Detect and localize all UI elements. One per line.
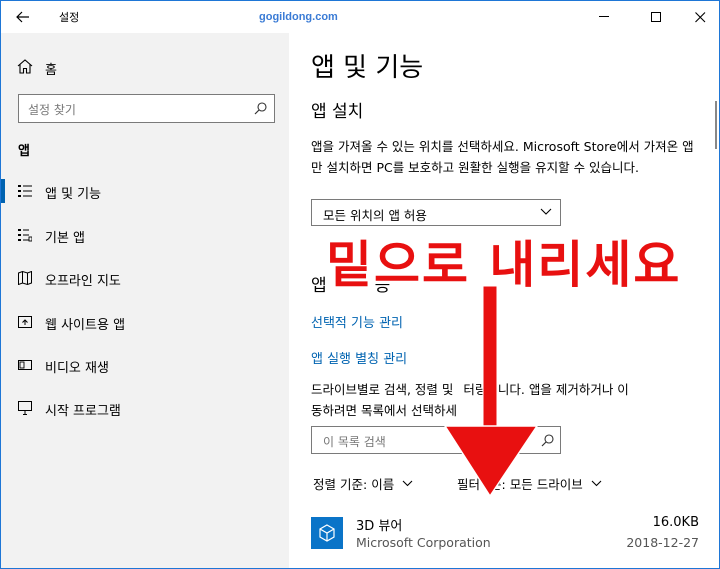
back-arrow-icon: [16, 11, 29, 23]
sidebar-item-label: 비디오 재생: [45, 361, 109, 376]
minimize-icon: [598, 16, 609, 17]
chevron-down-icon: [591, 480, 602, 487]
scrollbar-thumb[interactable]: [715, 101, 717, 149]
sidebar-item-default-apps[interactable]: 기본 앱: [1, 217, 289, 253]
sidebar: 홈 설정 찾기 앱 앱 및 기능 기본 앱 오프라인 지도 웹 사이트용 앱 비…: [1, 33, 289, 568]
app-size: 16.0KB: [652, 515, 699, 530]
3d-viewer-app-icon: [311, 517, 343, 549]
close-icon: [694, 11, 705, 22]
chevron-down-icon: [402, 480, 413, 487]
app-publisher: Microsoft Corporation: [356, 535, 491, 550]
sidebar-item-startup[interactable]: 시작 프로그램: [1, 390, 289, 426]
sidebar-item-label: 앱 및 기능: [45, 187, 102, 202]
sidebar-section-title: 앱: [18, 144, 30, 159]
list-desc-line1a: 드라이브별로 검색, 정렬 및: [311, 382, 454, 397]
sort-label: 정렬 기준:: [313, 477, 368, 492]
app-install-date: 2018-12-27: [626, 535, 699, 550]
sidebar-item-label: 웹 사이트용 앱: [45, 318, 126, 333]
startup-icon: [18, 401, 32, 415]
sidebar-item-offline-maps[interactable]: 오프라인 지도: [1, 260, 289, 296]
active-indicator: [1, 179, 5, 203]
back-button[interactable]: [9, 5, 37, 29]
maximize-button[interactable]: [633, 1, 679, 33]
minimize-button[interactable]: [581, 1, 627, 33]
page-title: 앱 및 기능: [311, 53, 424, 83]
app-alias-link[interactable]: 앱 실행 별칭 관리: [311, 348, 407, 367]
sort-value: 이름: [371, 477, 395, 492]
settings-search-input[interactable]: 설정 찾기: [18, 94, 275, 123]
apps-for-websites-icon: [18, 316, 32, 328]
sidebar-home[interactable]: 홈: [1, 53, 289, 81]
offline-maps-icon: [18, 271, 32, 285]
apps-features-icon: [18, 185, 32, 197]
search-icon: [254, 102, 267, 115]
title-bar: 설정 gogildong.com: [1, 1, 719, 33]
sidebar-item-label: 오프라인 지도: [45, 274, 121, 289]
watermark: gogildong.com: [259, 11, 338, 23]
chevron-down-icon: [540, 208, 552, 215]
sidebar-item-apps-for-websites[interactable]: 웹 사이트용 앱: [1, 304, 289, 340]
default-apps-icon: [18, 229, 32, 242]
app-name: 3D 뷰어: [356, 519, 403, 534]
install-source-value: 모든 위치의 앱 허용: [323, 208, 427, 223]
sidebar-item-label: 시작 프로그램: [45, 404, 121, 419]
install-source-dropdown[interactable]: 모든 위치의 앱 허용: [311, 199, 561, 226]
cube-icon: [319, 524, 335, 542]
list-desc-line2: 동하려면 목록에서 선택하세: [311, 403, 457, 418]
sidebar-home-label: 홈: [45, 63, 57, 78]
settings-window: 설정 gogildong.com 홈 설정 찾기 앱 앱 및 기능 기본 앱 오…: [0, 0, 720, 569]
sidebar-item-video-playback[interactable]: 비디오 재생: [1, 347, 289, 383]
app-list-search-placeholder: 이 목록 검색: [323, 435, 386, 449]
sidebar-item-label: 기본 앱: [45, 231, 86, 246]
video-playback-icon: [18, 360, 32, 370]
down-arrow-annotation-icon: [443, 286, 539, 498]
sort-dropdown[interactable]: 정렬 기준: 이름: [313, 474, 413, 493]
close-button[interactable]: [677, 1, 719, 33]
app-list-item[interactable]: 3D 뷰어 Microsoft Corporation 16.0KB 2018-…: [290, 507, 719, 563]
install-section-title: 앱 설치: [311, 102, 364, 122]
settings-search-placeholder: 설정 찾기: [28, 103, 76, 117]
window-title: 설정: [59, 11, 80, 24]
optional-features-link[interactable]: 선택적 기능 관리: [311, 312, 403, 331]
home-icon: [17, 59, 33, 74]
maximize-icon: [650, 11, 661, 22]
features-title-start: 앱: [311, 276, 327, 296]
sidebar-item-apps-features[interactable]: 앱 및 기능: [1, 173, 289, 209]
install-description: 앱을 가져올 수 있는 위치를 선택하세요. Microsoft Store에서…: [311, 139, 694, 175]
